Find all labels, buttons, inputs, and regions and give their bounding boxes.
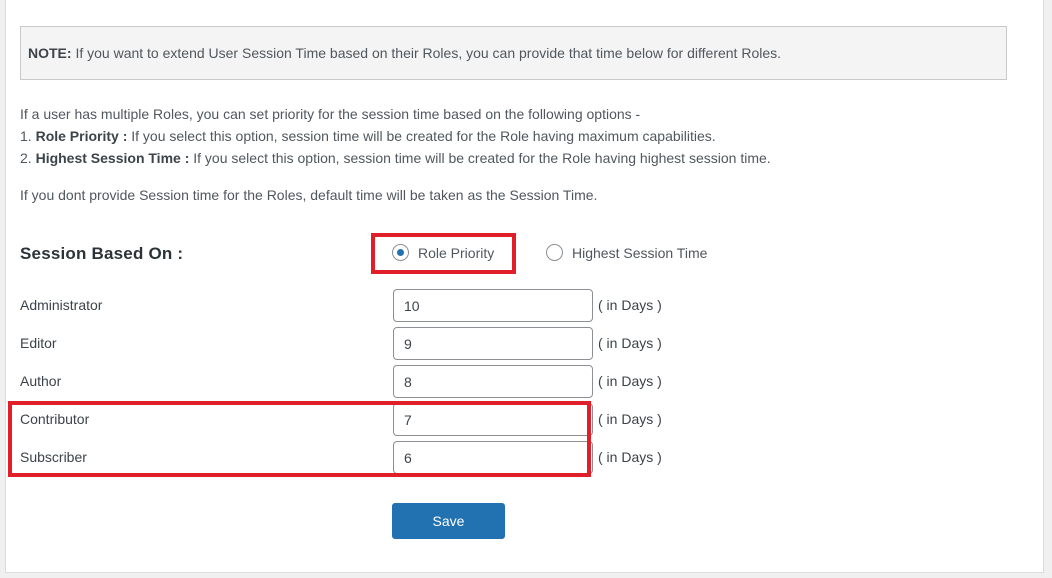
editor-session-input[interactable] <box>393 327 593 360</box>
unit-label: ( in Days ) <box>598 297 662 313</box>
option2-text: If you select this option, session time … <box>189 150 771 166</box>
option2-title: Highest Session Time : <box>35 150 190 166</box>
radio-unchecked-icon[interactable] <box>546 244 563 261</box>
note-text: If you want to extend User Session Time … <box>71 45 782 61</box>
option1-description: 1. Role Priority : If you select this op… <box>20 128 716 144</box>
role-label-author: Author <box>20 373 62 389</box>
role-label-administrator: Administrator <box>20 297 103 313</box>
option1-number: 1. <box>20 128 36 144</box>
option2-description: 2. Highest Session Time : If you select … <box>20 150 771 166</box>
option1-title: Role Priority : <box>35 128 128 144</box>
author-session-input[interactable] <box>393 365 593 398</box>
radio-checked-icon[interactable] <box>392 244 409 261</box>
radio-label: Highest Session Time <box>572 244 708 261</box>
intro-line: If a user has multiple Roles, you can se… <box>20 106 641 122</box>
radio-label: Role Priority <box>418 244 495 261</box>
unit-label: ( in Days ) <box>598 449 662 465</box>
note-label: NOTE: <box>28 45 72 61</box>
administrator-session-input[interactable] <box>393 289 593 322</box>
radio-highest-session-time[interactable]: Highest Session Time <box>546 244 707 261</box>
default-time-note: If you dont provide Session time for the… <box>20 187 598 203</box>
unit-label: ( in Days ) <box>598 373 662 389</box>
unit-label: ( in Days ) <box>598 335 662 351</box>
role-label-editor: Editor <box>20 335 57 351</box>
option1-text: If you select this option, session time … <box>127 128 716 144</box>
save-button[interactable]: Save <box>392 503 505 539</box>
note-box: NOTE: If you want to extend User Session… <box>20 26 1007 80</box>
session-based-on-label: Session Based On : <box>20 244 184 263</box>
radio-role-priority[interactable]: Role Priority <box>392 244 494 261</box>
settings-panel <box>5 0 1044 573</box>
unit-label: ( in Days ) <box>598 411 662 427</box>
option2-number: 2. <box>20 150 36 166</box>
contributor-subscriber-highlight <box>8 401 591 477</box>
